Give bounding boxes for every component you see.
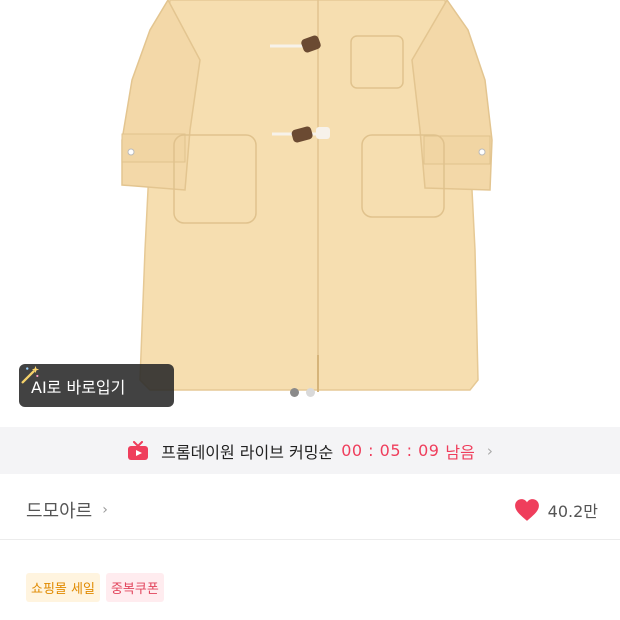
store-row: 드모아르 › 40.2만 bbox=[0, 480, 620, 540]
magic-wand-icon bbox=[21, 365, 40, 384]
coat-illustration bbox=[121, 0, 493, 392]
heart-icon[interactable] bbox=[514, 498, 540, 522]
live-title: 프롬데이원 라이브 커밍순 bbox=[161, 442, 334, 462]
tag-list: 쇼핑몰 세일 중복쿠폰 bbox=[26, 573, 164, 602]
ai-try-on-button[interactable]: AI로 바로입기 bbox=[19, 364, 174, 407]
chevron-right-icon: › bbox=[486, 441, 493, 460]
tag-sale: 쇼핑몰 세일 bbox=[26, 573, 100, 602]
like-count: 40.2만 bbox=[547, 501, 598, 521]
ai-try-on-label: AI로 바로입기 bbox=[31, 377, 126, 397]
tag-coupon: 중복쿠폰 bbox=[105, 573, 164, 602]
live-remain-label: 남음 bbox=[445, 442, 475, 462]
store-name-link[interactable]: 드모아르 bbox=[26, 497, 92, 523]
carousel-dot[interactable] bbox=[306, 388, 315, 397]
tv-live-icon bbox=[128, 440, 149, 460]
live-banner[interactable]: 프롬데이원 라이브 커밍순 00 : 05 : 09 남음 › bbox=[0, 427, 620, 474]
carousel-dot[interactable] bbox=[290, 388, 299, 397]
chevron-right-icon: › bbox=[102, 501, 108, 518]
live-countdown: 00 : 05 : 09 bbox=[341, 441, 440, 460]
product-image[interactable]: AI로 바로입기 bbox=[0, 0, 620, 425]
carousel-indicator bbox=[290, 388, 315, 397]
